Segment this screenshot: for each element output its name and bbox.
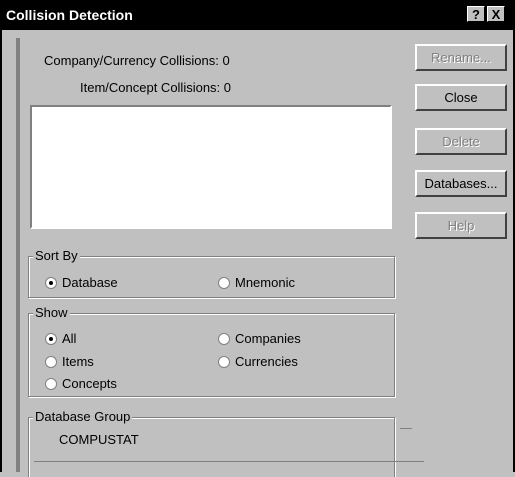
window-title: Collision Detection: [6, 7, 133, 23]
collision-list[interactable]: [30, 105, 392, 229]
radio-unselected-icon: [45, 356, 57, 368]
databases-button[interactable]: Databases...: [415, 170, 507, 197]
radio-unselected-icon: [218, 356, 230, 368]
delete-button[interactable]: Delete: [415, 128, 507, 155]
radio-unselected-icon: [218, 277, 230, 289]
show-concepts-label: Concepts: [62, 376, 117, 391]
radio-unselected-icon: [218, 333, 230, 345]
show-group: Show All Items Concepts Companies Curren…: [28, 305, 395, 397]
title-bar[interactable]: Collision Detection ? X: [0, 0, 515, 30]
radio-selected-icon: [45, 277, 57, 289]
show-companies-radio[interactable]: Companies: [218, 331, 301, 347]
database-group: Database Group COMPUSTAT: [28, 409, 395, 477]
show-companies-label: Companies: [235, 331, 301, 346]
radio-unselected-icon: [45, 378, 57, 390]
show-currencies-radio[interactable]: Currencies: [218, 354, 298, 370]
window-frame-left: [0, 30, 2, 472]
item-concept-collisions: Item/Concept Collisions: 0: [80, 80, 232, 95]
sort-by-database-label: Database: [62, 275, 118, 290]
show-label: Show: [33, 305, 70, 320]
company-currency-collisions: Company/Currency Collisions: 0: [44, 53, 230, 68]
show-all-label: All: [62, 331, 77, 346]
sort-by-group: Sort By Database Mnemonic: [28, 248, 395, 298]
sort-by-label: Sort By: [33, 248, 80, 263]
show-items-label: Items: [62, 354, 94, 369]
show-currencies-label: Currencies: [235, 354, 298, 369]
radio-selected-icon: [45, 333, 57, 345]
divider: [400, 428, 412, 429]
database-group-label: Database Group: [33, 409, 133, 424]
sort-by-database-radio[interactable]: Database: [45, 275, 118, 291]
sort-by-mnemonic-radio[interactable]: Mnemonic: [218, 275, 295, 291]
close-window-button[interactable]: X: [487, 6, 505, 22]
rename-button[interactable]: Rename...: [415, 44, 507, 71]
help-button[interactable]: Help: [415, 212, 507, 239]
show-items-radio[interactable]: Items: [45, 354, 94, 370]
show-concepts-radio[interactable]: Concepts: [45, 376, 117, 392]
close-button[interactable]: Close: [415, 84, 507, 111]
divider: [34, 461, 424, 462]
database-group-value: COMPUSTAT: [59, 432, 139, 447]
help-question-button[interactable]: ?: [467, 6, 485, 22]
sort-by-mnemonic-label: Mnemonic: [235, 275, 295, 290]
show-all-radio[interactable]: All: [45, 331, 76, 347]
